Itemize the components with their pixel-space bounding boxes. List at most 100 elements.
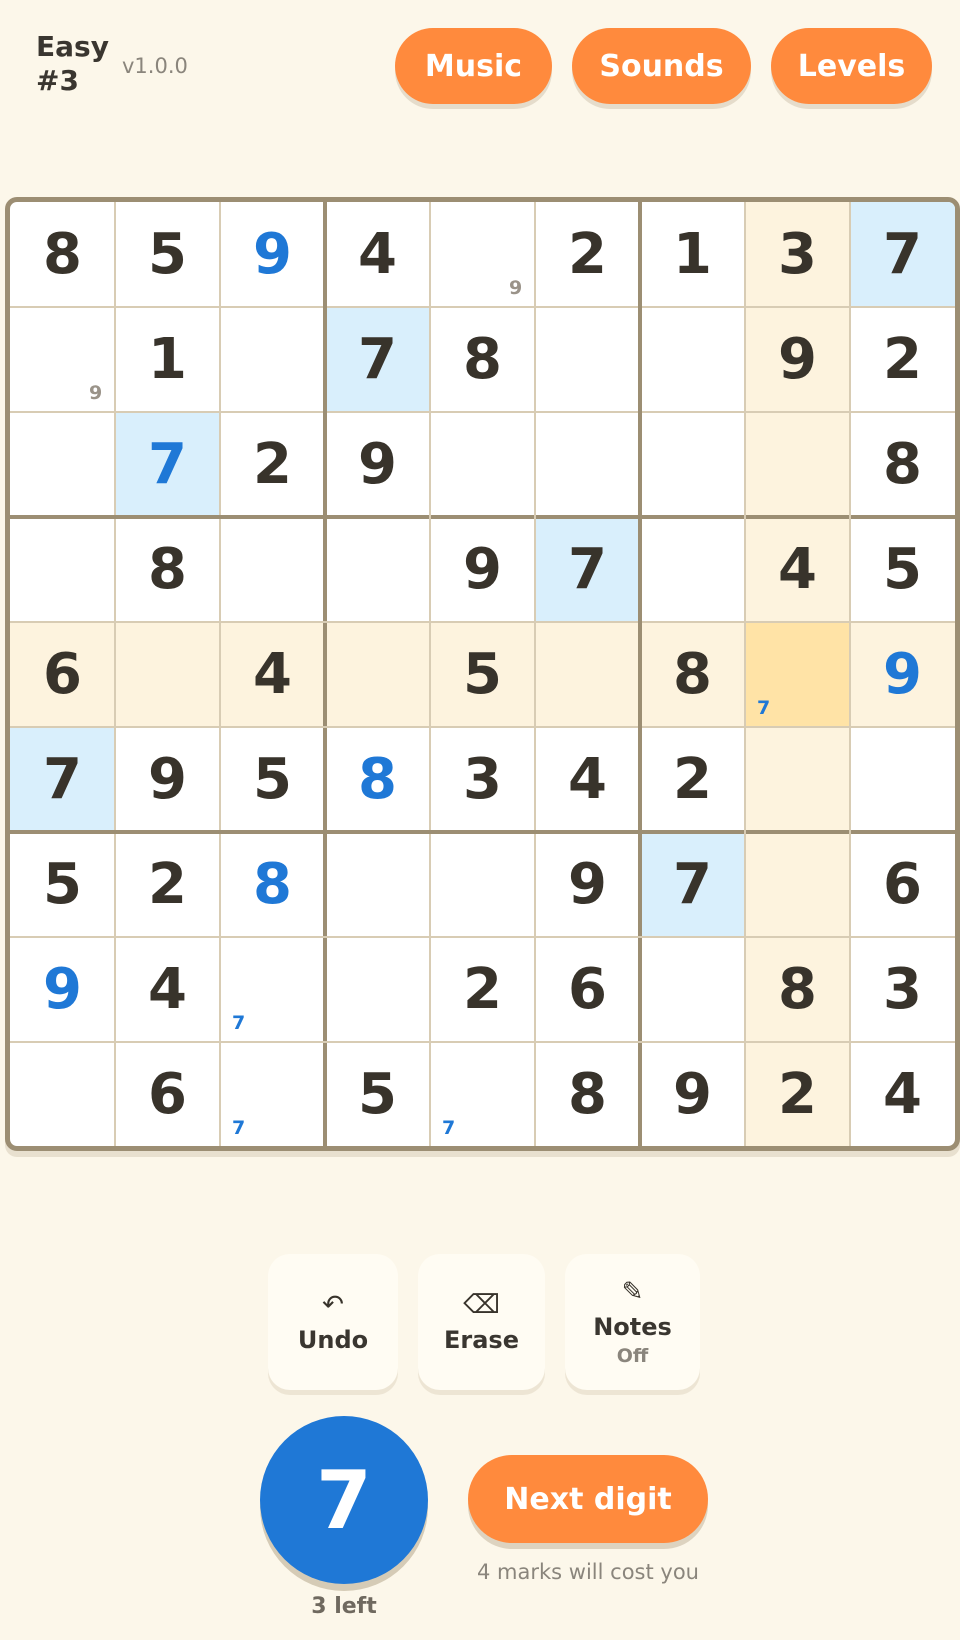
cell-r9c7[interactable]: 9 — [640, 1042, 745, 1146]
cell-r3c3[interactable]: 2 — [220, 412, 325, 517]
cell-r6c9[interactable] — [850, 727, 955, 832]
cell-r7c1[interactable]: 5 — [10, 832, 115, 937]
cell-r5c5[interactable]: 5 — [430, 622, 535, 727]
cell-r1c4[interactable]: 4 — [325, 202, 430, 307]
cell-r2c5[interactable]: 8 — [430, 307, 535, 412]
grid-line — [534, 202, 536, 1146]
cell-r1c2[interactable]: 5 — [115, 202, 220, 307]
cell-r3c9[interactable]: 8 — [850, 412, 955, 517]
cell-r3c4[interactable]: 9 — [325, 412, 430, 517]
cell-r5c2[interactable] — [115, 622, 220, 727]
cell-r7c2[interactable]: 2 — [115, 832, 220, 937]
cell-r3c2[interactable]: 7 — [115, 412, 220, 517]
notes-label: Notes — [593, 1313, 672, 1341]
cell-r6c4[interactable]: 8 — [325, 727, 430, 832]
cell-r4c9[interactable]: 5 — [850, 517, 955, 622]
cell-r8c5[interactable]: 2 — [430, 937, 535, 1042]
notes-state: Off — [616, 1345, 649, 1367]
cell-r2c2[interactable]: 1 — [115, 307, 220, 412]
version-label: v1.0.0 — [122, 54, 188, 78]
cell-r5c6[interactable] — [535, 622, 640, 727]
cell-r8c2[interactable]: 4 — [115, 937, 220, 1042]
cell-r7c6[interactable]: 9 — [535, 832, 640, 937]
cell-r7c5[interactable] — [430, 832, 535, 937]
cell-r5c4[interactable] — [325, 622, 430, 727]
grid-line — [744, 202, 746, 1146]
cell-r2c9[interactable]: 2 — [850, 307, 955, 412]
cell-r7c3[interactable]: 8 — [220, 832, 325, 937]
cell-r6c8[interactable] — [745, 727, 850, 832]
sudoku-board: 8594213717892729889745645897958342528976… — [5, 197, 960, 1151]
cell-r3c7[interactable] — [640, 412, 745, 517]
cell-r2c3[interactable] — [220, 307, 325, 412]
cell-r5c7[interactable]: 8 — [640, 622, 745, 727]
cell-r3c8[interactable] — [745, 412, 850, 517]
cell-r3c5[interactable] — [430, 412, 535, 517]
undo-button[interactable]: ↶ Undo — [268, 1254, 398, 1390]
cell-r9c2[interactable]: 6 — [115, 1042, 220, 1146]
cell-r3c1[interactable] — [10, 412, 115, 517]
cell-r2c8[interactable]: 9 — [745, 307, 850, 412]
grid-line — [10, 936, 955, 938]
sounds-button[interactable]: Sounds — [572, 28, 751, 104]
cell-r7c7[interactable]: 7 — [640, 832, 745, 937]
grid-line — [114, 202, 116, 1146]
cell-r8c7[interactable] — [640, 937, 745, 1042]
cell-r6c5[interactable]: 3 — [430, 727, 535, 832]
cell-r8c8[interactable]: 8 — [745, 937, 850, 1042]
cell-r8c4[interactable] — [325, 937, 430, 1042]
cell-r1c3[interactable]: 9 — [220, 202, 325, 307]
cell-r4c7[interactable] — [640, 517, 745, 622]
cell-r6c7[interactable]: 2 — [640, 727, 745, 832]
cell-r8c6[interactable]: 6 — [535, 937, 640, 1042]
cell-r1c1[interactable]: 8 — [10, 202, 115, 307]
cell-r4c1[interactable] — [10, 517, 115, 622]
grid-line — [323, 202, 327, 1146]
cell-r6c3[interactable]: 5 — [220, 727, 325, 832]
cell-r5c3[interactable]: 4 — [220, 622, 325, 727]
cell-r8c9[interactable]: 3 — [850, 937, 955, 1042]
cell-r9c8[interactable]: 2 — [745, 1042, 850, 1146]
cell-r4c5[interactable]: 9 — [430, 517, 535, 622]
pencil-mark: 7 — [757, 697, 771, 719]
music-button[interactable]: Music — [395, 28, 552, 104]
cell-r2c7[interactable] — [640, 307, 745, 412]
cell-r7c9[interactable]: 6 — [850, 832, 955, 937]
cell-r7c8[interactable] — [745, 832, 850, 937]
grid-line — [10, 726, 955, 728]
next-digit-button[interactable]: Next digit — [468, 1455, 708, 1543]
cell-r4c2[interactable]: 8 — [115, 517, 220, 622]
cell-r1c9[interactable]: 7 — [850, 202, 955, 307]
notes-button[interactable]: ✎ Notes Off — [565, 1254, 700, 1390]
cell-r9c6[interactable]: 8 — [535, 1042, 640, 1146]
cell-r1c6[interactable]: 2 — [535, 202, 640, 307]
cell-r1c7[interactable]: 1 — [640, 202, 745, 307]
levels-button[interactable]: Levels — [771, 28, 932, 104]
cell-r4c6[interactable]: 7 — [535, 517, 640, 622]
pencil-mark: 7 — [232, 1117, 246, 1139]
erase-button[interactable]: ⌫ Erase — [418, 1254, 545, 1390]
cell-r2c4[interactable]: 7 — [325, 307, 430, 412]
erase-label: Erase — [444, 1326, 519, 1354]
grid-line — [10, 515, 955, 519]
pencil-icon: ✎ — [621, 1277, 644, 1307]
cell-r6c6[interactable]: 4 — [535, 727, 640, 832]
cell-r2c6[interactable] — [535, 307, 640, 412]
cell-r6c1[interactable]: 7 — [10, 727, 115, 832]
cell-r9c1[interactable] — [10, 1042, 115, 1146]
cell-r1c8[interactable]: 3 — [745, 202, 850, 307]
cell-r4c4[interactable] — [325, 517, 430, 622]
pencil-mark: 7 — [442, 1117, 456, 1139]
cell-r6c2[interactable]: 9 — [115, 727, 220, 832]
cell-r4c8[interactable]: 4 — [745, 517, 850, 622]
grid-line — [638, 202, 642, 1146]
cell-r9c9[interactable]: 4 — [850, 1042, 955, 1146]
cell-r5c9[interactable]: 9 — [850, 622, 955, 727]
current-digit-button[interactable]: 7 — [260, 1416, 428, 1584]
cell-r4c3[interactable] — [220, 517, 325, 622]
cell-r7c4[interactable] — [325, 832, 430, 937]
cell-r9c4[interactable]: 5 — [325, 1042, 430, 1146]
cell-r3c6[interactable] — [535, 412, 640, 517]
cell-r8c1[interactable]: 9 — [10, 937, 115, 1042]
cell-r5c1[interactable]: 6 — [10, 622, 115, 727]
